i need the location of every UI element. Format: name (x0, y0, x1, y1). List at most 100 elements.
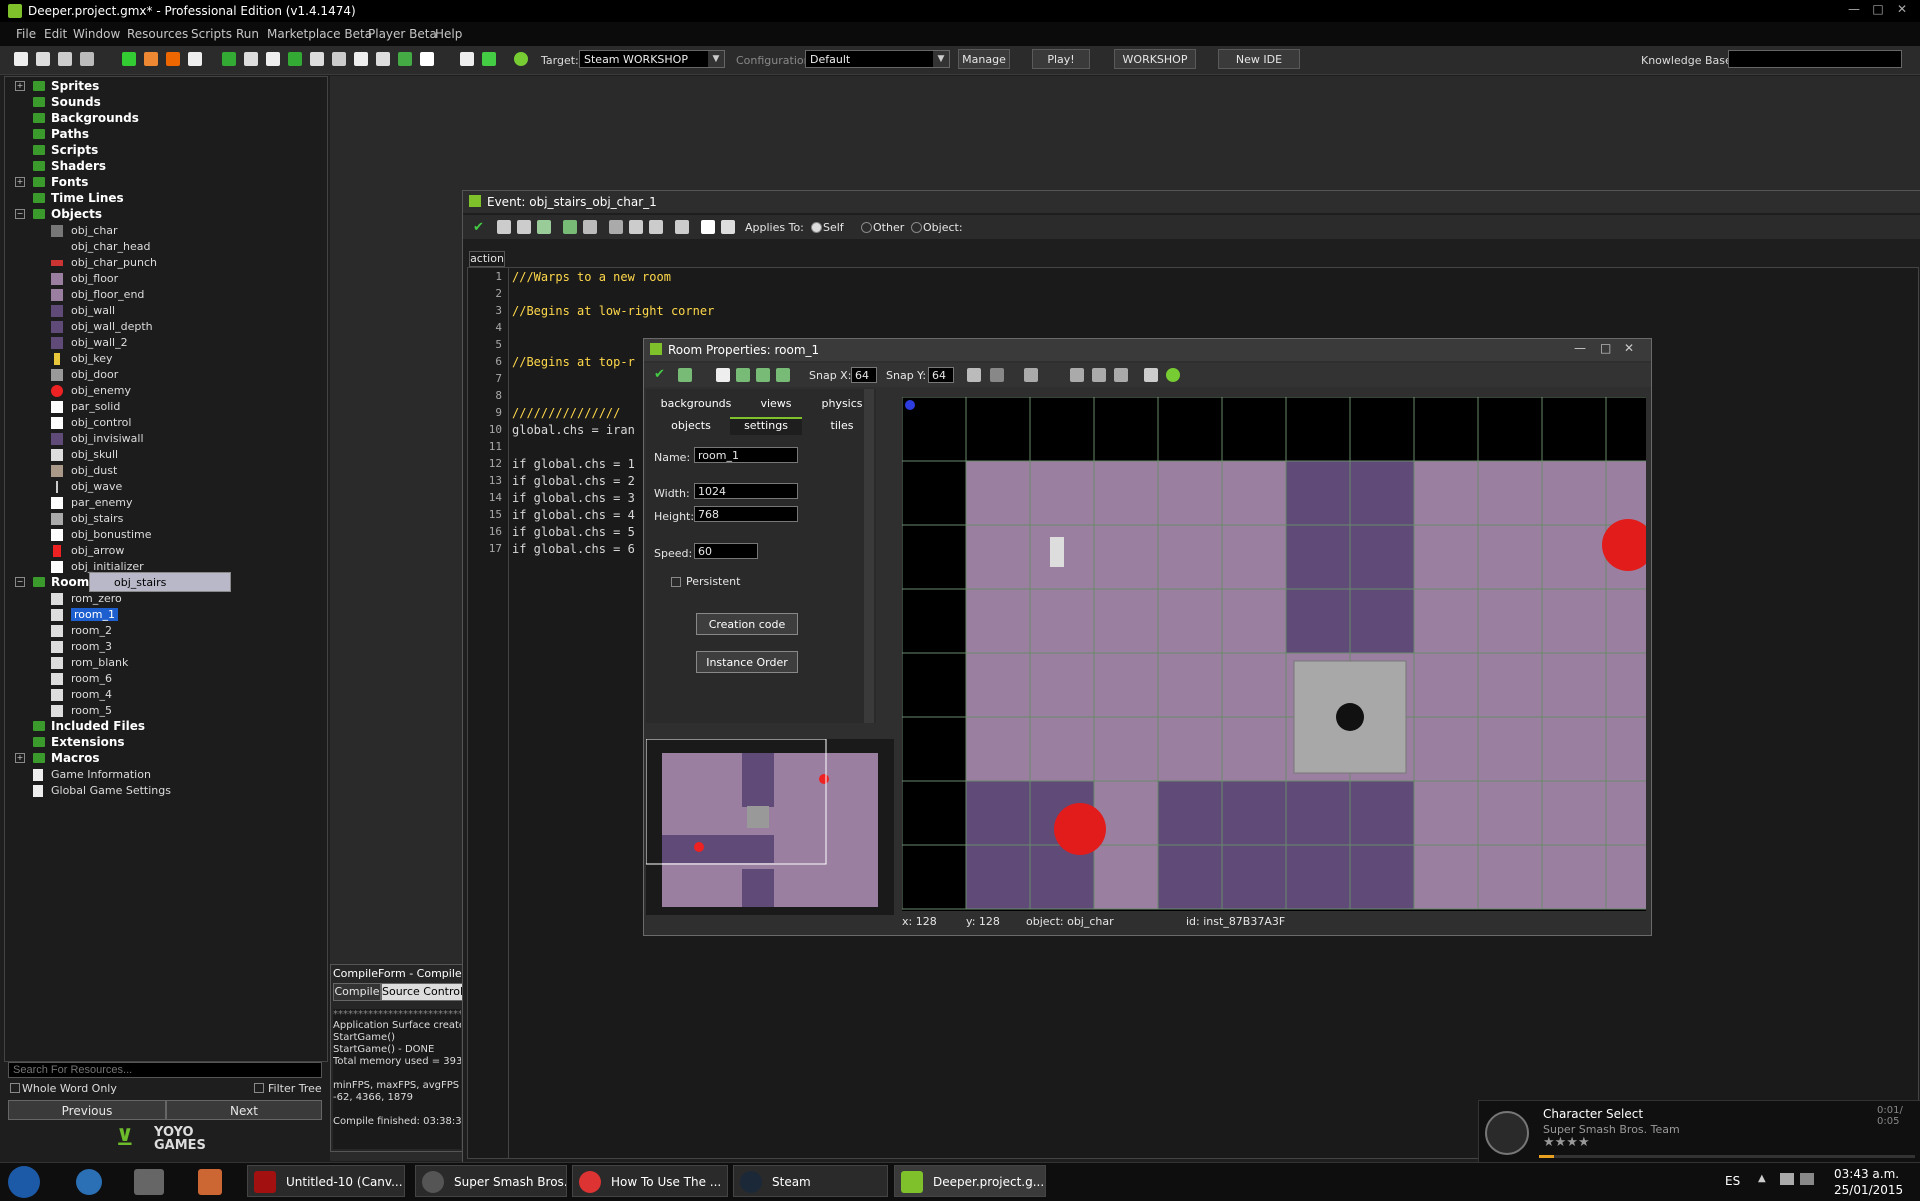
radio-other[interactable] (861, 222, 872, 233)
ok-check-icon[interactable]: ✔ (654, 367, 665, 382)
shift-icon[interactable] (736, 368, 750, 382)
settings-scrollbar[interactable] (864, 389, 874, 723)
tree-item-obj-arrow[interactable]: obj_arrow (71, 544, 124, 557)
new-icon[interactable] (716, 368, 730, 382)
tree-item-obj-control[interactable]: obj_control (71, 416, 131, 429)
run-icon[interactable] (122, 52, 136, 66)
open-icon[interactable] (497, 220, 511, 234)
shader-icon[interactable] (332, 52, 346, 66)
filter-tree-checkbox[interactable] (254, 1083, 264, 1093)
tab-settings[interactable]: settings (730, 417, 802, 435)
tree-folder-scripts[interactable]: Scripts (51, 143, 98, 157)
list-icon[interactable] (1144, 368, 1158, 382)
tab-backgrounds[interactable]: backgrounds (656, 397, 736, 410)
tree-folder-shaders[interactable]: Shaders (51, 159, 106, 173)
minimize-button[interactable]: — (1574, 341, 1586, 355)
tree-item-par-solid[interactable]: par_solid (71, 400, 120, 413)
tree-item-obj-floor[interactable]: obj_floor (71, 272, 118, 285)
check-script-icon[interactable] (721, 220, 735, 234)
settings-icon[interactable] (460, 52, 474, 66)
close-button[interactable]: ✕ (1890, 2, 1914, 18)
help-icon[interactable] (1166, 368, 1180, 382)
tab-source-control[interactable]: Source Control (381, 983, 463, 1001)
persistent-checkbox[interactable] (671, 577, 681, 587)
tree-item-par-enemy[interactable]: par_enemy (71, 496, 132, 509)
tree-item-obj-stairs[interactable]: obj_stairs (71, 512, 123, 525)
timeline-icon[interactable] (376, 52, 390, 66)
menu-run[interactable]: Run (236, 27, 259, 41)
tree-item-obj-enemy[interactable]: obj_enemy (71, 384, 131, 397)
tree-folder-backgrounds[interactable]: Backgrounds (51, 111, 139, 125)
tree-item-obj-key[interactable]: obj_key (71, 352, 113, 365)
snap-x-input[interactable]: 64 (851, 367, 877, 383)
creation-code-button[interactable]: Creation code (696, 613, 798, 635)
tree-item-obj-door[interactable]: obj_door (71, 368, 118, 381)
enemy-object[interactable] (1054, 803, 1106, 855)
task-smash[interactable]: Super Smash Bros... (415, 1165, 567, 1197)
tree-item-obj-invisiwall[interactable]: obj_invisiwall (71, 432, 144, 445)
task-flash[interactable]: Untitled-10 (Canv... (247, 1165, 405, 1197)
tree-item-game-information[interactable]: Game Information (51, 768, 151, 781)
debug-icon[interactable] (144, 52, 158, 66)
tree-item-rom-blank[interactable]: rom_blank (71, 656, 128, 669)
script-icon[interactable] (310, 52, 324, 66)
new-icon[interactable] (14, 52, 28, 66)
save-icon[interactable] (517, 220, 531, 234)
grid-icon[interactable] (967, 368, 981, 382)
lock-icon[interactable] (756, 368, 770, 382)
start-button[interactable] (8, 1166, 40, 1198)
resource-search-input[interactable] (8, 1062, 322, 1078)
media-player-icon[interactable] (198, 1169, 222, 1195)
redo-icon[interactable] (583, 220, 597, 234)
profile-icon[interactable] (166, 52, 180, 66)
view-icon[interactable] (701, 220, 715, 234)
tab-physics[interactable]: physics (812, 397, 872, 410)
previous-button[interactable]: Previous (8, 1100, 166, 1120)
tab-tiles[interactable]: tiles (812, 419, 872, 432)
save-icon[interactable] (58, 52, 72, 66)
room-icon[interactable] (420, 52, 434, 66)
tree-item-obj-floor-end[interactable]: obj_floor_end (71, 288, 144, 301)
tree-item-obj-bonustime[interactable]: obj_bonustime (71, 528, 152, 541)
collapse-icon[interactable]: − (15, 209, 25, 219)
tree-folder-paths[interactable]: Paths (51, 127, 89, 141)
menu-help[interactable]: Help (435, 27, 462, 41)
menu-edit[interactable]: Edit (44, 27, 67, 41)
ie-icon[interactable] (76, 1169, 102, 1195)
tree-item-room-2[interactable]: room_2 (71, 624, 112, 637)
open-icon[interactable] (36, 52, 50, 66)
ok-check-icon[interactable]: ✔ (473, 220, 487, 235)
tree-folder-sounds[interactable]: Sounds (51, 95, 101, 109)
task-gamemaker[interactable]: Deeper.project.g... (894, 1165, 1046, 1197)
paste-icon[interactable] (649, 220, 663, 234)
network-icon[interactable] (1780, 1173, 1794, 1185)
tree-item-global-game-settings[interactable]: Global Game Settings (51, 784, 171, 797)
path-icon[interactable] (288, 52, 302, 66)
tab-compile[interactable]: Compile (333, 983, 381, 1001)
minimize-button[interactable]: — (1842, 2, 1866, 18)
radio-object[interactable] (911, 222, 922, 233)
tree-folder-included-files[interactable]: Included Files (51, 719, 145, 733)
menu-scripts[interactable]: Scripts (191, 27, 232, 41)
tray-arrow-icon[interactable]: ▲ (1758, 1173, 1766, 1184)
unlock-icon[interactable] (776, 368, 790, 382)
configuration-select[interactable]: Default ▼ (805, 50, 950, 68)
task-chrome[interactable]: How To Use The ... (572, 1165, 728, 1197)
tree-folder-extensions[interactable]: Extensions (51, 735, 125, 749)
menu-player[interactable]: Player Beta (368, 27, 437, 41)
tree-folder-sprites[interactable]: Sprites (51, 79, 99, 93)
object-icon[interactable] (398, 52, 412, 66)
tree-item-obj-wall[interactable]: obj_wall (71, 304, 115, 317)
tree-folder-objects[interactable]: Objects (51, 207, 102, 221)
zoom-out-icon[interactable] (1070, 368, 1084, 382)
expand-icon[interactable]: + (15, 177, 25, 187)
menu-resources[interactable]: Resources (127, 27, 188, 41)
tree-item-obj-wall-2[interactable]: obj_wall_2 (71, 336, 128, 349)
menu-file[interactable]: File (16, 27, 36, 41)
snap-y-input[interactable]: 64 (928, 367, 954, 383)
instance-order-button[interactable]: Instance Order (696, 651, 798, 673)
tree-item-obj-wall-depth[interactable]: obj_wall_depth (71, 320, 153, 333)
tab-action[interactable]: action (469, 251, 505, 267)
room-height-input[interactable]: 768 (694, 506, 798, 522)
tab-objects[interactable]: objects (656, 419, 726, 432)
